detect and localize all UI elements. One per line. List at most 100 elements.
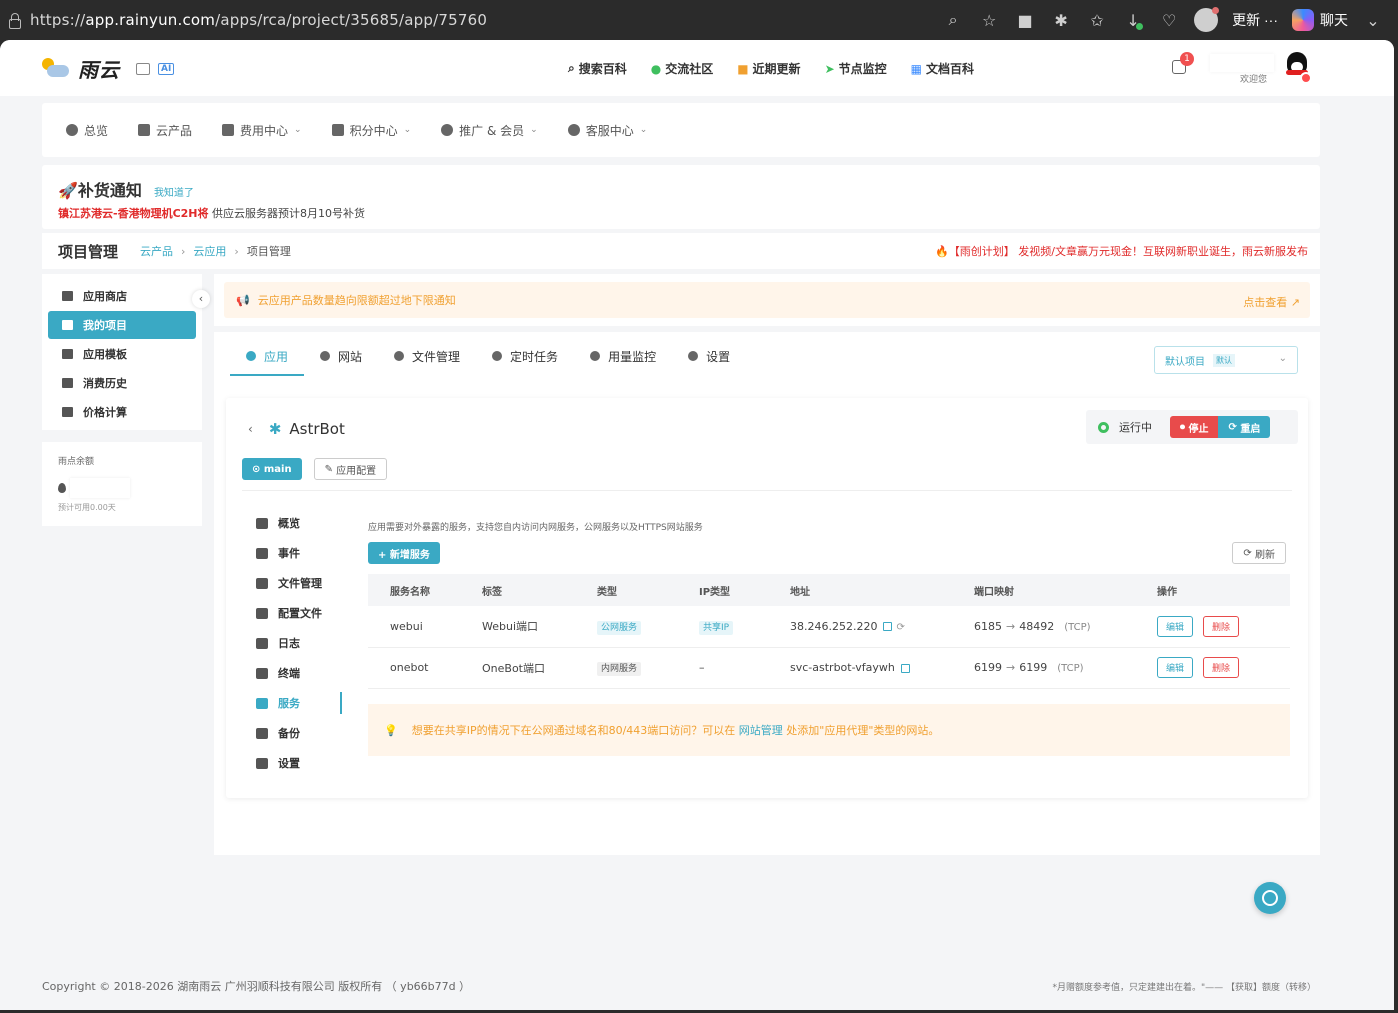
tab-websites[interactable]: 网站	[304, 338, 378, 376]
menu-support[interactable]: 客服中心 ⌄	[567, 122, 648, 139]
tab-files[interactable]: 文件管理	[378, 338, 476, 376]
app-name: AstrBot	[289, 420, 345, 438]
sidebar-item-label: 价格计算	[83, 406, 127, 419]
star-icon[interactable]: ☆	[978, 11, 1000, 30]
copy-icon[interactable]	[900, 663, 910, 673]
puzzle-icon[interactable]: ✱	[1050, 11, 1072, 30]
sidebar-collapse-button[interactable]: ‹	[192, 290, 210, 308]
balance-card: 雨点余额 预计可用0.00天	[42, 442, 202, 526]
qq-avatar-icon[interactable]	[1284, 52, 1312, 84]
main-panel: 应用 网站 文件管理 定时任务 用量监控 设置 默认项目 默认 ⌄ ‹ ✱ Ast…	[214, 332, 1320, 855]
stop-button[interactable]: ⏺ 停止	[1170, 416, 1219, 438]
tab-settings[interactable]: 设置	[672, 338, 746, 376]
clock-icon	[492, 351, 503, 361]
url-host: app.rainyun.com	[85, 11, 216, 29]
info-icon	[256, 517, 268, 529]
alert-link-label: 点击查看	[1243, 296, 1288, 309]
add-service-button[interactable]: + 新增服务	[368, 542, 440, 564]
notice-ack-link[interactable]: 我知道了	[154, 184, 194, 199]
link-label: 节点监控	[838, 62, 887, 76]
profile-avatar[interactable]	[1194, 7, 1220, 32]
link-label: 文档百科	[925, 62, 974, 76]
sidebar-item-my-projects[interactable]: 我的项目	[48, 311, 196, 339]
tab-usage[interactable]: 用量监控	[574, 338, 672, 376]
sidebar-item-templates[interactable]: 应用模板	[48, 340, 196, 368]
subnav-events[interactable]: 事件	[250, 538, 340, 568]
website-manage-link[interactable]: 网站管理	[739, 724, 783, 737]
store-icon	[62, 291, 73, 301]
link-updates[interactable]: ■ 近期更新	[737, 60, 800, 77]
extension-icon[interactable]: ■	[1014, 11, 1036, 30]
edit-button[interactable]: 编辑	[1157, 615, 1194, 637]
link-docs[interactable]: ▦ 文档百科	[911, 60, 974, 77]
logo[interactable]: 雨云 AI	[40, 54, 175, 83]
subnav-settings[interactable]: 设置	[250, 748, 340, 778]
tip-text-end: 处添加"应用代理"类型的网站。	[786, 724, 940, 737]
tab-label: 定时任务	[510, 349, 559, 364]
download-icon[interactable]: ↓	[1122, 11, 1144, 30]
subnav-logs[interactable]: 日志	[250, 628, 340, 658]
subnav-backup[interactable]: 备份	[250, 718, 340, 748]
subnav-config-files[interactable]: 配置文件	[250, 598, 340, 628]
refresh-button[interactable]: ⟳ 刷新	[1232, 542, 1286, 564]
subnav-label: 配置文件	[278, 607, 322, 620]
address-bar[interactable]: https://app.rainyun.com/apps/rca/project…	[30, 11, 487, 29]
subnav-files[interactable]: 文件管理	[250, 568, 340, 598]
breadcrumb-item[interactable]: 云应用	[193, 243, 226, 259]
delete-button[interactable]: 删除	[1203, 615, 1240, 637]
subnav-services[interactable]: 服务	[250, 688, 342, 718]
status-text: 运行中	[1119, 421, 1152, 434]
welcome-text: 欢迎您	[1240, 75, 1268, 85]
promo-link[interactable]: 🔥【雨创计划】 发视频/文章赢万元现金！互联网新职业诞生，雨云新服发布	[935, 243, 1308, 259]
cubes-icon	[246, 351, 256, 361]
subnav-overview[interactable]: 概览	[250, 508, 340, 538]
delete-button[interactable]: 删除	[1203, 657, 1240, 678]
chat-button[interactable]: 聊天	[1292, 9, 1348, 31]
heart-monitor-icon[interactable]: ♡	[1158, 11, 1180, 30]
wallet-icon	[222, 124, 235, 136]
link-node-monitor[interactable]: ➤ 节点监控	[825, 60, 887, 77]
balance-value	[70, 478, 130, 498]
service-type-cell: 公网服务	[575, 606, 677, 648]
service-name: webui	[368, 606, 460, 648]
favorites-icon[interactable]: ✩	[1086, 11, 1108, 30]
divider	[242, 490, 1292, 491]
balance-note: 预计可用0.00天	[58, 503, 116, 512]
image-icon[interactable]	[136, 62, 150, 75]
tab-apps[interactable]: 应用	[230, 338, 305, 376]
back-icon[interactable]: ‹	[248, 422, 253, 436]
zoom-icon[interactable]: ⌕	[942, 10, 964, 30]
sync-icon[interactable]: ⟳	[896, 622, 904, 633]
money-icon	[62, 378, 73, 388]
menu-cloud-products[interactable]: 云产品	[138, 122, 192, 139]
sidebar-item-pricing[interactable]: 价格计算	[48, 398, 196, 426]
gears-icon	[256, 607, 268, 619]
copy-icon[interactable]	[883, 622, 893, 632]
main-menu: 总览 云产品 费用中心 ⌄ 积分中心 ⌄ 推广 & 会员 ⌄ 客服中心 ⌄	[42, 103, 1320, 157]
status-dot-icon	[1098, 421, 1109, 433]
ai-icon[interactable]: AI	[158, 62, 175, 75]
app-config-button[interactable]: ✎ 应用配置	[313, 458, 388, 480]
tab-cron[interactable]: 定时任务	[476, 338, 574, 376]
breadcrumb-item[interactable]: 云产品	[140, 243, 173, 259]
branch-button[interactable]: ⊙ main	[242, 458, 302, 480]
restart-button[interactable]: ⟳ 重启	[1218, 416, 1271, 438]
browser-icons: ⌕ ☆ ■ ✱ ✩ ↓ ♡ 更新 ··· 聊天 ⌄	[942, 0, 1384, 40]
support-float-button[interactable]	[1254, 882, 1286, 914]
menu-points[interactable]: 积分中心 ⌄	[331, 122, 411, 139]
menu-billing[interactable]: 费用中心 ⌄	[222, 122, 302, 139]
alert-view-link[interactable]: 点击查看 ↗	[1243, 294, 1300, 310]
menu-promotion[interactable]: 推广 & 会员 ⌄	[441, 122, 538, 139]
sidebar-item-app-store[interactable]: 应用商店	[48, 282, 196, 310]
link-search-wiki[interactable]: ⌕ 搜索百科	[568, 60, 627, 77]
update-button[interactable]: 更新 ···	[1232, 10, 1278, 30]
chevron-down-icon[interactable]: ⌄	[1362, 11, 1384, 30]
edit-button[interactable]: 编辑	[1157, 657, 1194, 678]
globe-icon	[320, 351, 331, 361]
sidebar-item-history[interactable]: 消费历史	[48, 369, 196, 397]
project-select[interactable]: 默认项目 默认 ⌄	[1154, 346, 1298, 374]
chevron-down-icon: ⌄	[639, 125, 648, 135]
link-community[interactable]: ● 交流社区	[651, 60, 714, 77]
subnav-terminal[interactable]: 终端	[250, 658, 340, 688]
menu-overview[interactable]: 总览	[66, 122, 108, 139]
